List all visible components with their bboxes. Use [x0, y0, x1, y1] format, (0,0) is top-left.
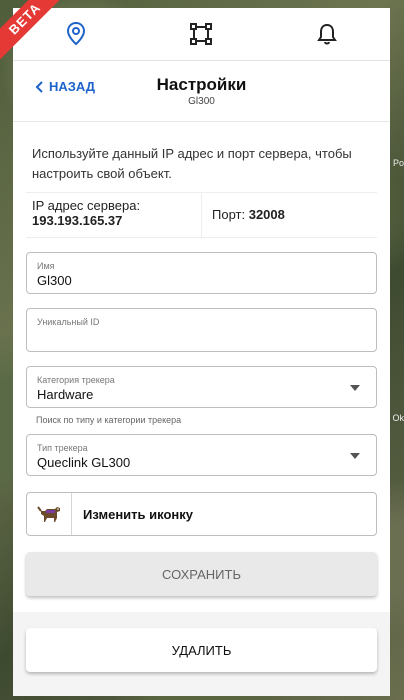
- server-ip-value: 193.193.165.37: [32, 213, 123, 228]
- tracker-type-select[interactable]: Тип трекера Queclink GL300: [26, 434, 377, 476]
- bell-icon[interactable]: [314, 21, 340, 47]
- location-pin-icon[interactable]: [63, 21, 89, 47]
- crop-square-icon[interactable]: [188, 21, 214, 47]
- change-icon-label: Изменить иконку: [83, 506, 193, 522]
- change-icon-button[interactable]: Изменить иконку: [26, 492, 377, 536]
- unique-id-field[interactable]: Уникальный ID: [26, 308, 377, 352]
- tracker-category-label: Категория трекера: [37, 375, 115, 385]
- server-ip-label: IP адрес сервера:: [32, 198, 141, 213]
- map-label-right-2: Ok: [392, 413, 404, 423]
- dog-icon: [37, 506, 60, 522]
- server-info-row: IP адрес сервера: 193.193.165.37 Порт: 3…: [26, 192, 377, 238]
- settings-form: Используйте данный IP адрес и порт серве…: [13, 122, 390, 612]
- tracker-category-value: Hardware: [37, 387, 94, 402]
- page-title: Настройки: [156, 75, 247, 94]
- dropdown-arrow-icon: [350, 453, 360, 459]
- name-field-label: Имя: [37, 261, 55, 271]
- tracker-type-value: Queclink GL300: [37, 455, 131, 470]
- server-ip-cell: IP адрес сервера: 193.193.165.37: [26, 193, 202, 237]
- tracker-category-select[interactable]: Категория трекера Hardware: [26, 366, 377, 408]
- name-field-value: Gl300: [37, 273, 72, 288]
- tracker-type-label: Тип трекера: [37, 443, 88, 453]
- dropdown-arrow-icon: [350, 385, 360, 391]
- map-label-right-1: Po: [392, 158, 404, 168]
- server-port-cell: Порт: 32008: [202, 193, 295, 237]
- page-header: НАЗАД Настройки Gl300: [13, 61, 390, 122]
- info-text: Используйте данный IP адрес и порт серве…: [32, 146, 352, 181]
- page-subtitle: Gl300: [188, 96, 215, 107]
- delete-section: УДАЛИТЬ: [13, 612, 390, 688]
- server-port-label: Порт:: [212, 207, 246, 222]
- unique-id-field-label: Уникальный ID: [37, 317, 100, 327]
- icon-preview: [27, 493, 72, 535]
- delete-button[interactable]: УДАЛИТЬ: [26, 628, 377, 672]
- tracker-category-hint: Поиск по типу и категории трекера: [36, 415, 182, 425]
- name-field[interactable]: Имя Gl300: [26, 252, 377, 294]
- server-port-value: 32008: [248, 207, 285, 222]
- top-navigation: [13, 8, 390, 61]
- save-button[interactable]: СОХРАНИТЬ: [26, 552, 377, 596]
- settings-panel: НАЗАД Настройки Gl300 Используйте данный…: [13, 8, 390, 696]
